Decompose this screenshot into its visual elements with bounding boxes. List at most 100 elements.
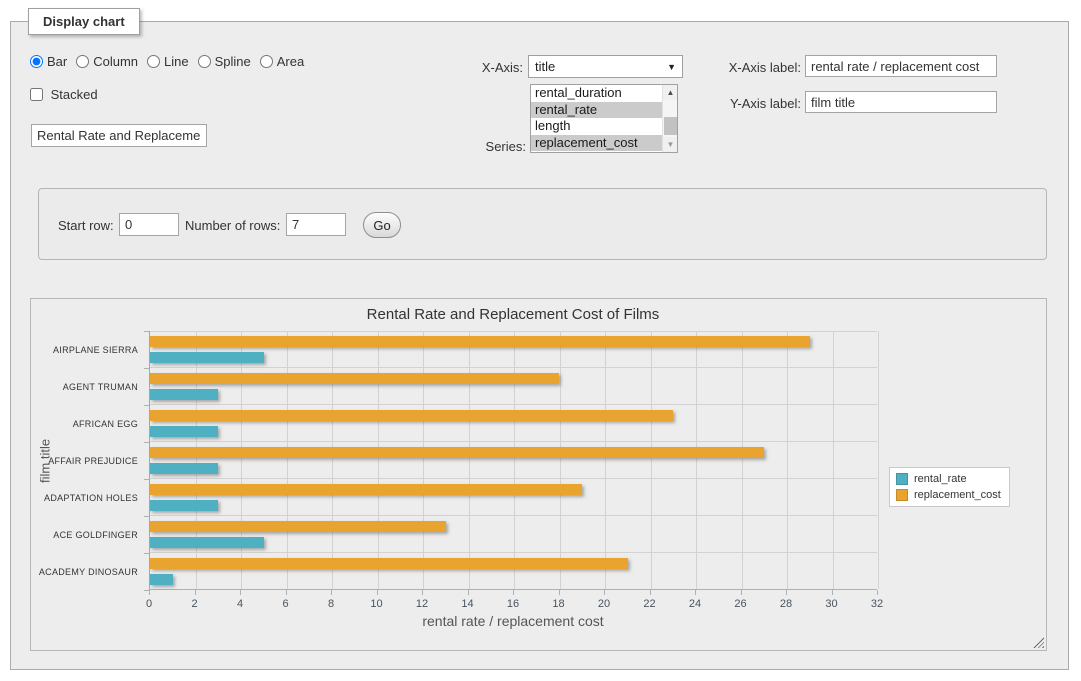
x-tick-mark	[650, 590, 651, 595]
bar-replacement_cost	[150, 447, 764, 458]
x-axis-label-field-label: X-Axis label:	[695, 60, 801, 75]
x-tick-mark	[604, 590, 605, 595]
bar-replacement_cost	[150, 558, 628, 569]
chart-type-option-bar[interactable]: Bar	[30, 54, 67, 69]
chart-type-radio-bar[interactable]	[30, 55, 43, 68]
x-tick-label: 22	[628, 598, 672, 610]
category-label: ACADEMY DINOSAUR	[33, 553, 145, 590]
chart-category-row	[150, 516, 877, 553]
legend-item-rental_rate[interactable]: rental_rate	[896, 473, 1001, 485]
number-of-rows-label: Number of rows:	[185, 218, 285, 233]
go-button[interactable]: Go	[363, 212, 401, 238]
chart-type-radio-column[interactable]	[76, 55, 89, 68]
chart-type-radio-area[interactable]	[260, 55, 273, 68]
bar-rental_rate	[150, 500, 218, 511]
x-tick-label: 26	[719, 598, 763, 610]
legend-label: replacement_cost	[914, 489, 1001, 501]
series-option-replacement_cost[interactable]: replacement_cost	[531, 135, 662, 152]
legend-swatch-replacement_cost	[896, 489, 908, 501]
scrollbar-thumb[interactable]	[664, 117, 677, 135]
x-axis-select[interactable]: title ▼	[528, 55, 683, 78]
x-tick-label: 30	[810, 598, 854, 610]
chart-type-radio-spline[interactable]	[198, 55, 211, 68]
stacked-option[interactable]: Stacked	[30, 87, 98, 102]
bar-rental_rate	[150, 352, 264, 363]
chart-category-row	[150, 442, 877, 479]
chart-resize-handle[interactable]	[1033, 637, 1044, 648]
chart-category-row	[150, 479, 877, 516]
y-tick-mark	[144, 553, 149, 554]
series-listbox[interactable]: rental_durationrental_ratelengthreplacem…	[530, 84, 678, 153]
x-tick-label: 6	[264, 598, 308, 610]
x-tick-label: 18	[537, 598, 581, 610]
chart-title: Rental Rate and Replacement Cost of Film…	[149, 306, 877, 323]
x-tick-mark	[422, 590, 423, 595]
start-row-label: Start row:	[58, 218, 118, 233]
chart-category-row	[150, 368, 877, 405]
start-row-input[interactable]	[119, 213, 179, 236]
bar-rental_rate	[150, 463, 218, 474]
x-tick-mark	[331, 590, 332, 595]
chart-container: Rental Rate and Replacement Cost of Film…	[30, 298, 1047, 651]
number-of-rows-input[interactable]	[286, 213, 346, 236]
chart-type-option-area[interactable]: Area	[260, 54, 304, 69]
x-tick-mark	[468, 590, 469, 595]
chart-plot-area	[149, 331, 877, 590]
stacked-row: Stacked	[30, 87, 107, 102]
y-tick-mark	[144, 405, 149, 406]
x-tick-mark	[240, 590, 241, 595]
stacked-checkbox[interactable]	[30, 88, 43, 101]
category-label: AFFAIR PREJUDICE	[33, 442, 145, 479]
x-tick-mark	[286, 590, 287, 595]
x-tick-mark	[513, 590, 514, 595]
x-tick-label: 2	[173, 598, 217, 610]
chart-category-row	[150, 405, 877, 442]
chart-type-option-spline[interactable]: Spline	[198, 54, 251, 69]
series-option-rental_rate[interactable]: rental_rate	[531, 102, 662, 119]
series-option-length[interactable]: length	[531, 118, 662, 135]
x-tick-label: 16	[491, 598, 535, 610]
chart-legend: rental_rate replacement_cost	[889, 467, 1010, 507]
chart-title-input[interactable]	[31, 124, 207, 147]
y-axis-label-input[interactable]	[805, 91, 997, 113]
scrollbar-up-icon[interactable]: ▲	[663, 85, 678, 100]
x-tick-mark	[695, 590, 696, 595]
chart-type-radio-line[interactable]	[147, 55, 160, 68]
series-select-label: Series:	[455, 139, 526, 154]
series-listbox-scrollbar[interactable]: ▲ ▼	[662, 85, 677, 152]
scrollbar-down-icon[interactable]: ▼	[663, 137, 678, 152]
y-tick-mark	[144, 442, 149, 443]
chart-type-label: Line	[164, 54, 189, 69]
legend-item-replacement_cost[interactable]: replacement_cost	[896, 489, 1001, 501]
x-tick-mark	[832, 590, 833, 595]
bar-replacement_cost	[150, 484, 582, 495]
category-label: AFRICAN EGG	[33, 405, 145, 442]
chart-type-option-column[interactable]: Column	[76, 54, 138, 69]
chart-type-label: Column	[93, 54, 138, 69]
chart-category-row	[150, 331, 877, 368]
chart-type-label: Spline	[215, 54, 251, 69]
x-tick-label: 20	[582, 598, 626, 610]
x-gridline	[878, 331, 879, 589]
x-tick-label: 14	[446, 598, 490, 610]
x-tick-label: 12	[400, 598, 444, 610]
x-tick-mark	[741, 590, 742, 595]
x-tick-label: 8	[309, 598, 353, 610]
row-range-panel: Start row: Number of rows: Go	[38, 188, 1047, 260]
y-axis-label-field-label: Y-Axis label:	[695, 96, 801, 111]
chart-type-label: Bar	[47, 54, 67, 69]
panel-legend: Display chart	[28, 8, 140, 35]
x-tick-mark	[786, 590, 787, 595]
bar-replacement_cost	[150, 410, 673, 421]
chart-type-option-line[interactable]: Line	[147, 54, 189, 69]
category-label: AIRPLANE SIERRA	[33, 331, 145, 368]
x-tick-mark	[195, 590, 196, 595]
y-tick-mark	[144, 331, 149, 332]
dropdown-arrow-icon: ▼	[667, 62, 676, 72]
series-option-rental_duration[interactable]: rental_duration	[531, 85, 662, 102]
x-tick-label: 10	[355, 598, 399, 610]
y-tick-mark	[144, 368, 149, 369]
bar-replacement_cost	[150, 521, 446, 532]
x-axis-label-input[interactable]	[805, 55, 997, 77]
x-tick-mark	[877, 590, 878, 595]
